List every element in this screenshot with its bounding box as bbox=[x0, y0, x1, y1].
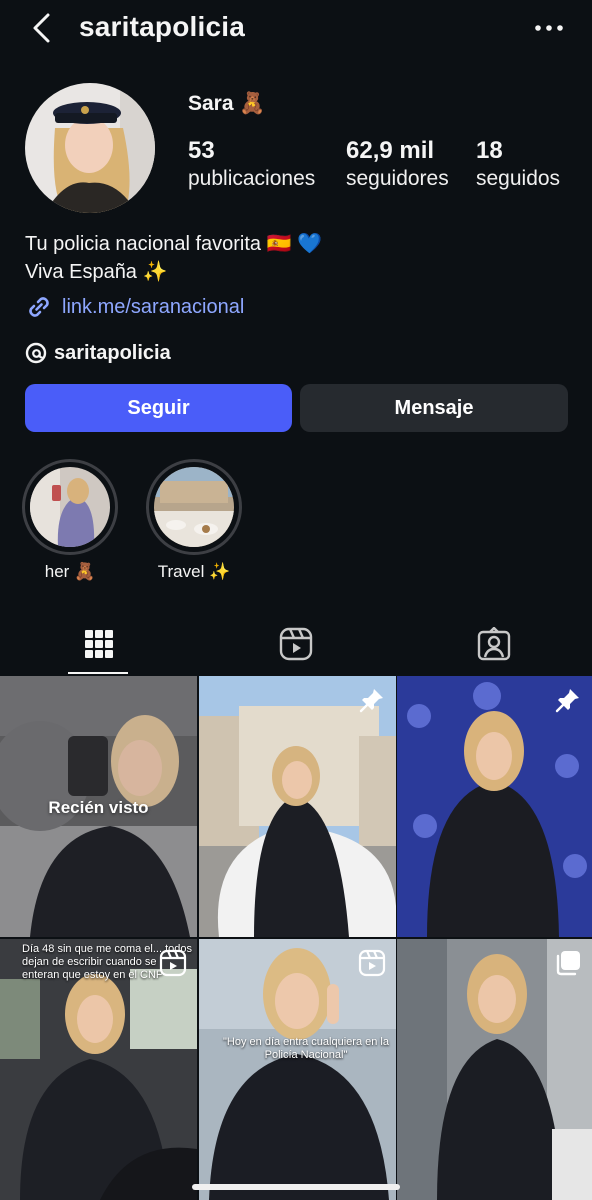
link-text[interactable]: link.me/saranacional bbox=[62, 296, 244, 319]
stat-value: 18 bbox=[476, 137, 503, 164]
display-name: Sara 🧸 bbox=[188, 92, 266, 115]
stat-value: 53 bbox=[188, 137, 215, 164]
post-thumbnail[interactable]: Día 48 sin que me coma el... todos dejan… bbox=[0, 939, 197, 1200]
tagged-user-icon bbox=[477, 627, 510, 661]
chevron-left-icon[interactable] bbox=[30, 12, 54, 44]
recently-seen-label: Recién visto bbox=[48, 798, 149, 817]
post-thumbnail[interactable]: Recién visto bbox=[0, 676, 197, 937]
post-image bbox=[397, 676, 592, 937]
highlight-ring bbox=[22, 459, 118, 555]
reel-icon bbox=[358, 949, 386, 977]
post-image bbox=[199, 676, 396, 937]
pin-icon bbox=[359, 689, 383, 713]
threads-icon bbox=[25, 342, 47, 364]
more-horizontal-icon[interactable] bbox=[534, 18, 564, 38]
active-tab-indicator bbox=[68, 672, 128, 674]
top-bar: saritapolicia bbox=[0, 0, 592, 58]
follow-button[interactable]: Seguir bbox=[25, 384, 292, 432]
avatar[interactable] bbox=[25, 83, 155, 213]
pin-icon bbox=[555, 689, 579, 713]
bio-line: Tu policia nacional favorita 🇪🇸 💙 bbox=[25, 233, 322, 255]
post-caption: "Hoy en día entra cualquiera en la Polic… bbox=[223, 1036, 389, 1061]
post-thumbnail[interactable]: "Hoy en día entra cualquiera en la Polic… bbox=[199, 939, 396, 1200]
post-thumbnail[interactable] bbox=[397, 676, 592, 937]
grid-icon bbox=[84, 630, 113, 658]
followers-count[interactable]: 62,9 mil seguidores bbox=[346, 137, 449, 191]
highlight-cover bbox=[30, 467, 110, 547]
stat-value: 62,9 mil bbox=[346, 137, 435, 164]
profile-tabs bbox=[0, 613, 592, 675]
following-count[interactable]: 18 seguidos bbox=[476, 137, 560, 191]
profile-page: saritapolicia Sara 🧸 53 publicaciones 62… bbox=[0, 0, 592, 1200]
message-button[interactable]: Mensaje bbox=[300, 384, 568, 432]
highlight-label: her 🧸 bbox=[44, 562, 96, 581]
post-image bbox=[199, 939, 396, 1200]
post-thumbnail[interactable] bbox=[397, 939, 592, 1200]
highlight-label: Travel ✨ bbox=[157, 562, 231, 581]
posts-grid: Recién visto Día 48 sin que me coma el..… bbox=[0, 676, 592, 1200]
story-highlight[interactable]: her 🧸 bbox=[22, 459, 118, 582]
tab-tagged[interactable] bbox=[395, 613, 592, 675]
profile-username: saritapolicia bbox=[79, 11, 246, 42]
tab-reels[interactable] bbox=[197, 613, 394, 675]
stat-label: seguidores bbox=[346, 167, 449, 190]
bio: Tu policia nacional favorita 🇪🇸 💙 Viva E… bbox=[25, 230, 322, 286]
home-indicator bbox=[192, 1184, 400, 1190]
posts-count: 53 publicaciones bbox=[188, 137, 315, 191]
tab-posts-grid[interactable] bbox=[0, 613, 197, 675]
highlight-ring bbox=[146, 459, 242, 555]
post-image bbox=[397, 939, 592, 1200]
stat-label: publicaciones bbox=[188, 167, 316, 190]
carousel-icon bbox=[556, 951, 580, 976]
profile-link[interactable]: link.me/saranacional bbox=[25, 292, 244, 322]
threads-badge[interactable]: saritapolicia bbox=[25, 339, 171, 367]
bio-line: Viva España ✨ bbox=[25, 261, 168, 283]
stat-label: seguidos bbox=[476, 167, 561, 190]
reels-icon bbox=[279, 627, 312, 661]
highlight-cover bbox=[154, 467, 234, 547]
reel-icon bbox=[159, 949, 187, 977]
link-icon bbox=[29, 297, 49, 317]
story-highlight[interactable]: Travel ✨ bbox=[146, 459, 242, 582]
threads-handle: saritapolicia bbox=[54, 341, 171, 364]
post-thumbnail[interactable] bbox=[199, 676, 396, 937]
